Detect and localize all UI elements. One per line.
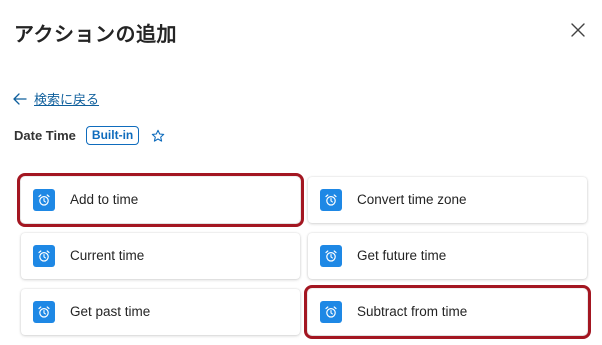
action-label: Get future time bbox=[357, 248, 447, 263]
action-card-subtract-from-time[interactable]: Subtract from time bbox=[304, 285, 591, 339]
back-to-search-link[interactable]: 検索に戻る bbox=[12, 89, 99, 108]
action-card-current-time[interactable]: Current time bbox=[21, 233, 300, 279]
add-action-panel: アクションの追加 検索に戻る Date Time Built-in Add to… bbox=[0, 0, 602, 345]
alarm-clock-icon bbox=[320, 245, 342, 267]
action-card-convert-time-zone[interactable]: Convert time zone bbox=[308, 177, 587, 223]
alarm-clock-icon bbox=[33, 301, 55, 323]
alarm-clock-icon bbox=[33, 245, 55, 267]
alarm-clock-icon bbox=[33, 189, 55, 211]
action-card-get-future-time[interactable]: Get future time bbox=[308, 233, 587, 279]
arrow-left-icon bbox=[12, 91, 28, 107]
close-button[interactable] bbox=[566, 18, 590, 42]
panel-title: アクションの追加 bbox=[14, 24, 177, 46]
built-in-badge: Built-in bbox=[85, 126, 140, 145]
action-label: Convert time zone bbox=[357, 192, 467, 207]
star-outline-icon[interactable] bbox=[151, 129, 165, 143]
action-card-get-past-time[interactable]: Get past time bbox=[21, 289, 300, 335]
action-label: Get past time bbox=[70, 304, 151, 319]
alarm-clock-icon bbox=[320, 301, 342, 323]
connector-name: Date Time bbox=[14, 128, 76, 143]
action-card-add-to-time[interactable]: Add to time bbox=[17, 173, 304, 227]
close-icon bbox=[571, 23, 585, 37]
action-label: Add to time bbox=[70, 192, 139, 207]
action-label: Subtract from time bbox=[357, 304, 468, 319]
connector-header: Date Time Built-in bbox=[14, 126, 165, 145]
action-label: Current time bbox=[70, 248, 145, 263]
back-link-label: 検索に戻る bbox=[34, 92, 100, 107]
alarm-clock-icon bbox=[320, 189, 342, 211]
